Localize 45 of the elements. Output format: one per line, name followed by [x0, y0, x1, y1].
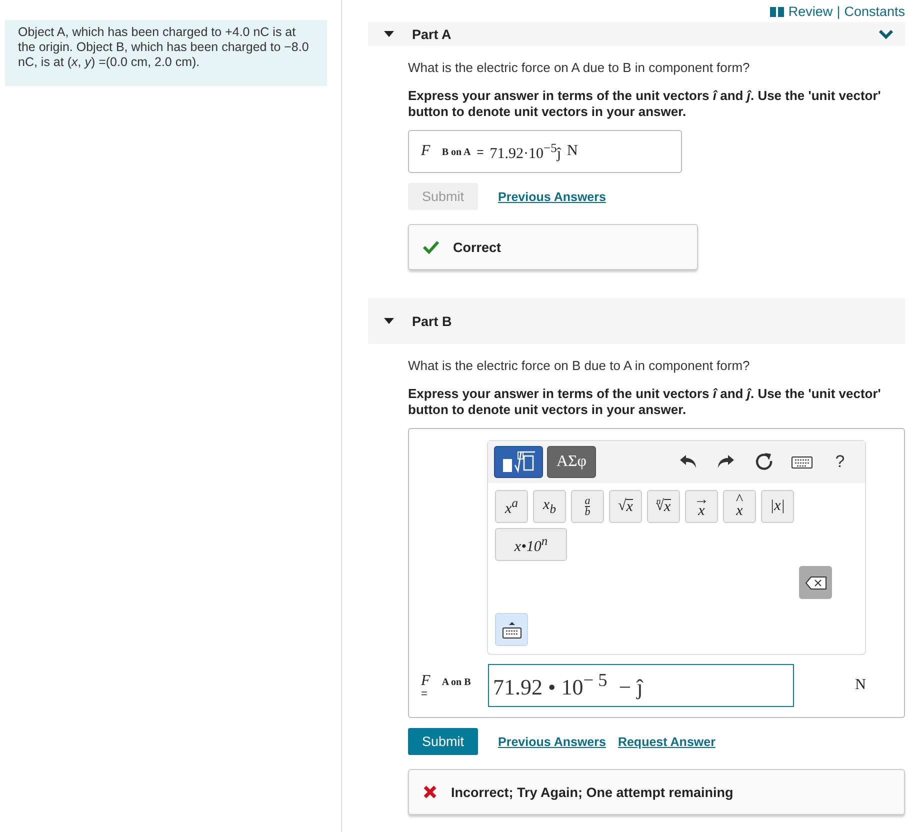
backspace-icon	[804, 576, 826, 590]
cross-icon	[423, 785, 437, 799]
templates-tab[interactable]	[494, 446, 543, 478]
palette-button[interactable]: x•10$^{n}$	[495, 528, 567, 561]
circular-arrow-icon	[753, 451, 775, 473]
link[interactable]: Request Answer	[618, 734, 716, 748]
separator: |	[836, 4, 840, 18]
check-icon	[423, 240, 439, 254]
part-header[interactable]: Part B	[368, 298, 905, 344]
question-text: What is the electric force on A due to B in component form?	[408, 60, 751, 75]
palette-button[interactable]: x$^{a}$	[495, 490, 528, 523]
help-button[interactable]: ?	[827, 449, 853, 475]
part-title: Part B	[412, 314, 453, 328]
book-icon	[770, 6, 784, 16]
link[interactable]: Constants	[844, 4, 905, 18]
link[interactable]: Previous Answers	[498, 190, 606, 204]
answer-field[interactable]: 71.92 • 10$^{− 5}$ − ĵ	[488, 664, 794, 707]
problem-text: Object A, which has been charged to +4.0 nC is at the origin. Object B, which has been charged to −8.0 nC, is at (x, y) =(0.0 cm, 2.0 cm).	[5, 20, 327, 86]
palette-button[interactable]: → x	[685, 490, 718, 523]
palette-button[interactable]: x$_{b}$	[533, 490, 566, 523]
question-text: What is the electric force on B due to A in component form?	[408, 358, 751, 373]
palette-button[interactable]: ^ x	[723, 490, 756, 523]
link[interactable]: Previous Answers	[498, 734, 606, 748]
palette-button[interactable]: |x|	[761, 490, 794, 523]
backspace-button[interactable]	[799, 566, 832, 599]
instruction-text: Express your answer in terms of the unit vectors î and ĵ. Use the 'unit vector' button to denote unit vectors in your answer.	[408, 386, 882, 418]
keyboard-toggle-button[interactable]	[495, 613, 528, 646]
symbols-tab[interactable]: ΑΣφ	[547, 446, 596, 478]
equals-sign: =	[476, 144, 484, 158]
part-title: Part A	[412, 26, 452, 42]
equals-sign: =	[421, 690, 428, 698]
submit-button[interactable]: Submit	[408, 728, 478, 755]
root-template-icon	[502, 451, 536, 473]
answer-label: F⃗B on A	[421, 143, 471, 160]
unit-label: N	[855, 677, 866, 694]
instruction-text: Express your answer in terms of the unit vectors î and ĵ. Use the 'unit vector' button to denote unit vectors in your answer.	[408, 88, 882, 120]
answer-label: F⃗A on B	[421, 673, 472, 690]
feedback-text: Incorrect; Try Again; One attempt remaining	[451, 784, 734, 800]
link[interactable]: Review	[788, 4, 833, 18]
answer-value: 71.92·10$^{−5}$ĵ	[490, 140, 561, 162]
palette-button[interactable]: a b	[571, 490, 604, 523]
feedback-text: Correct	[453, 240, 502, 254]
part-header[interactable]: Part A	[368, 22, 905, 46]
unit-label: N	[567, 143, 578, 160]
palette-button[interactable]: √x	[609, 490, 642, 523]
